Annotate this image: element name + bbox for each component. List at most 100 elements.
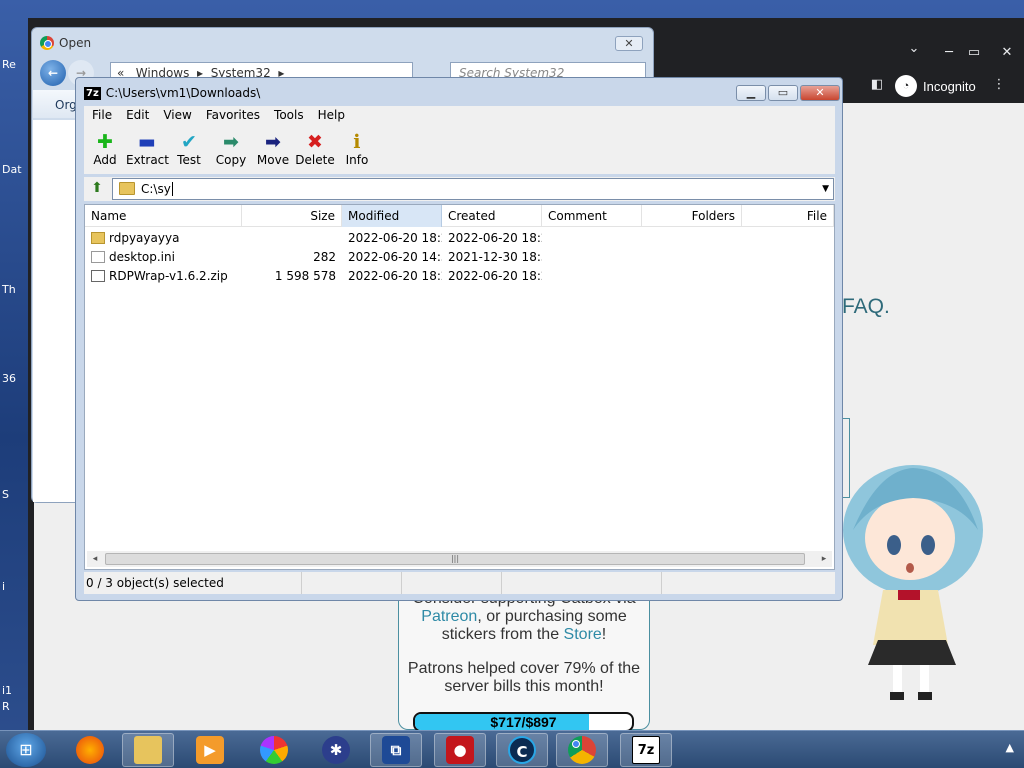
incognito-label: Incognito <box>923 78 976 94</box>
video-record-icon: ● <box>446 736 474 764</box>
desktop-label[interactable]: i <box>2 580 24 593</box>
menu-edit[interactable]: Edit <box>126 106 149 126</box>
add-button[interactable]: ✚ Add <box>84 126 126 174</box>
status-bar: 0 / 3 object(s) selected <box>84 572 835 594</box>
sevenzip-window: 7z C:\Users\vm1\Downloads\ ▁ ▭ ✕ File Ed… <box>75 77 843 601</box>
support-mid: , or purchasing some <box>477 608 627 625</box>
column-header-comment[interactable]: Comment <box>542 205 642 227</box>
funding-text: $717/$897 <box>490 714 557 730</box>
file-list: Name Size Modified Created Comment Folde… <box>84 204 835 570</box>
file-created: 2021-12-30 18:34 <box>448 250 542 264</box>
back-icon[interactable]: ← <box>40 60 66 86</box>
table-row[interactable]: rdpyayayya 2022-06-20 18:23 2022-06-20 1… <box>85 229 834 248</box>
app-taskbar-button[interactable]: ✱ <box>310 733 362 767</box>
minimize-icon[interactable]: ─ <box>938 44 960 62</box>
scroll-left-icon[interactable]: ◂ <box>87 551 103 567</box>
move-icon: ➡ <box>265 131 281 153</box>
support-panel: Consider supporting Catbox via Patreon, … <box>398 590 650 730</box>
dialog-close-button[interactable]: ✕ <box>615 36 643 51</box>
test-button[interactable]: ✔ Test <box>168 126 210 174</box>
address-input[interactable]: C:\sy ▼ <box>112 178 834 200</box>
menu-file[interactable]: File <box>92 106 112 126</box>
explorer-taskbar-button[interactable] <box>122 733 174 767</box>
stickers-text: stickers from the <box>441 626 564 643</box>
copy-button[interactable]: ➡ Copy <box>210 126 252 174</box>
desktop-label[interactable]: Re <box>2 58 24 71</box>
file-name: RDPWrap-v1.6.2.zip <box>109 269 228 283</box>
desktop-label[interactable]: R <box>2 700 24 713</box>
file-created: 2022-06-20 18:23 <box>448 231 542 245</box>
dialog-title-text: Open <box>59 36 92 50</box>
photos-taskbar-button[interactable] <box>248 733 300 767</box>
incognito-badge[interactable]: ◔ Incognito <box>895 72 995 100</box>
incognito-icon: ◔ <box>895 75 917 97</box>
delete-label: Delete <box>295 153 335 167</box>
extract-label: Extract <box>126 153 169 167</box>
menu-bar: File Edit View Favorites Tools Help <box>84 106 835 126</box>
menu-view[interactable]: View <box>163 106 191 126</box>
table-row[interactable]: RDPWrap-v1.6.2.zip 1 598 578 2022-06-20 … <box>85 267 834 286</box>
desktop-label[interactable]: Dat <box>2 163 24 176</box>
extract-icon: ▬ <box>138 131 156 153</box>
sevenzip-taskbar-button[interactable]: 7z <box>620 733 672 767</box>
file-created: 2022-06-20 18:23 <box>448 269 542 283</box>
horizontal-scrollbar[interactable]: ◂ ||| ▸ <box>87 551 832 567</box>
desktop-label[interactable]: S <box>2 488 24 501</box>
file-modified: 2022-06-20 18:23 <box>348 269 442 283</box>
settings-file-icon <box>91 251 105 263</box>
file-name: rdpyayayya <box>109 231 180 245</box>
sevenzip-icon: 7z <box>632 736 660 764</box>
extract-button[interactable]: ▬ Extract <box>126 126 169 174</box>
folder-icon <box>119 182 135 195</box>
patrons-text: Patrons helped cover 79% of the server b… <box>407 660 641 695</box>
desktop-label[interactable]: Th <box>2 283 24 296</box>
store-link[interactable]: Store <box>564 626 602 643</box>
toolbar: ✚ Add ▬ Extract ✔ Test ➡ Copy ➡ Move ✖ Delete … <box>84 126 835 174</box>
desktop-label[interactable]: i1 <box>2 684 24 697</box>
column-header-created[interactable]: Created <box>442 205 542 227</box>
chevron-down-icon[interactable]: ⌄ <box>903 40 925 58</box>
sidepanel-icon[interactable]: ◧ <box>866 76 888 94</box>
up-folder-icon[interactable]: ⬆ <box>87 180 107 198</box>
faq-link[interactable]: FAQ. <box>842 295 890 319</box>
recorder-taskbar-button[interactable]: ● <box>434 733 486 767</box>
funding-progress-bar: $717/$897 <box>413 712 634 732</box>
maximize-button[interactable]: ▭ <box>768 85 798 101</box>
chrome-icon <box>40 36 54 50</box>
close-button[interactable]: ✕ <box>800 85 840 101</box>
add-icon: ✚ <box>97 131 113 153</box>
organize-button[interactable]: Org <box>55 98 77 112</box>
column-header-folders[interactable]: Folders <box>642 205 742 227</box>
column-header-name[interactable]: Name <box>85 205 242 227</box>
remote-desktop-taskbar-button[interactable]: ⧉ <box>370 733 422 767</box>
firefox-taskbar-button[interactable] <box>64 733 116 767</box>
chrome-taskbar-button[interactable] <box>556 733 608 767</box>
scroll-thumb[interactable]: ||| <box>105 553 805 565</box>
desktop-label[interactable]: 36 <box>2 372 24 385</box>
info-icon: ℹ <box>353 131 361 153</box>
menu-tools[interactable]: Tools <box>274 106 304 126</box>
zip-file-icon <box>91 270 105 282</box>
delete-button[interactable]: ✖ Delete <box>294 126 336 174</box>
media-player-taskbar-button[interactable]: ▶ <box>184 733 236 767</box>
start-button[interactable]: ⊞ <box>6 733 46 767</box>
column-header-files[interactable]: File <box>742 205 834 227</box>
maximize-icon[interactable]: ▭ <box>963 44 985 62</box>
column-header-size[interactable]: Size <box>242 205 342 227</box>
patreon-link[interactable]: Patreon <box>421 608 477 625</box>
column-header-modified[interactable]: Modified <box>342 205 442 227</box>
status-cell <box>402 572 502 594</box>
menu-favorites[interactable]: Favorites <box>206 106 260 126</box>
move-button[interactable]: ➡ Move <box>252 126 294 174</box>
close-icon[interactable]: ✕ <box>996 44 1018 62</box>
show-hidden-icons[interactable]: ▲ <box>1006 741 1014 754</box>
info-button[interactable]: ℹ Info <box>336 126 378 174</box>
file-size: 282 <box>313 250 336 264</box>
table-row[interactable]: desktop.ini 282 2022-06-20 14:58 2021-12… <box>85 248 834 267</box>
menu-help[interactable]: Help <box>318 106 345 126</box>
dropdown-arrow-icon[interactable]: ▼ <box>822 179 829 199</box>
scroll-right-icon[interactable]: ▸ <box>816 551 832 567</box>
ccleaner-taskbar-button[interactable]: C <box>496 733 548 767</box>
minimize-button[interactable]: ▁ <box>736 85 766 101</box>
window-title: 7z C:\Users\vm1\Downloads\ <box>84 86 260 100</box>
